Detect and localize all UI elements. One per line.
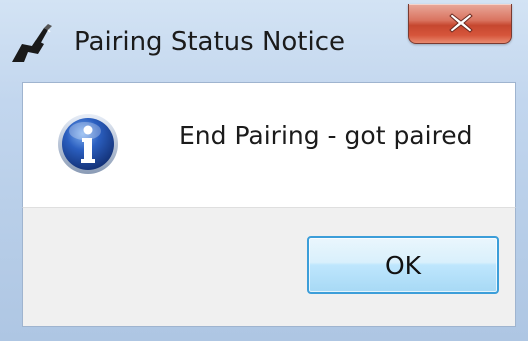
button-bar: OK xyxy=(22,207,516,327)
info-icon xyxy=(58,114,118,174)
dialog-window: Pairing Status Notice End Pairing - got … xyxy=(0,0,528,341)
title-bar[interactable]: Pairing Status Notice xyxy=(0,0,528,82)
pen-hand-icon xyxy=(12,24,52,62)
message-area: End Pairing - got paired xyxy=(22,82,516,207)
window-title: Pairing Status Notice xyxy=(74,27,346,57)
ok-button[interactable]: OK xyxy=(307,236,499,294)
close-icon xyxy=(449,13,473,33)
message-text: End Pairing - got paired xyxy=(179,121,473,150)
close-button[interactable] xyxy=(408,4,512,44)
